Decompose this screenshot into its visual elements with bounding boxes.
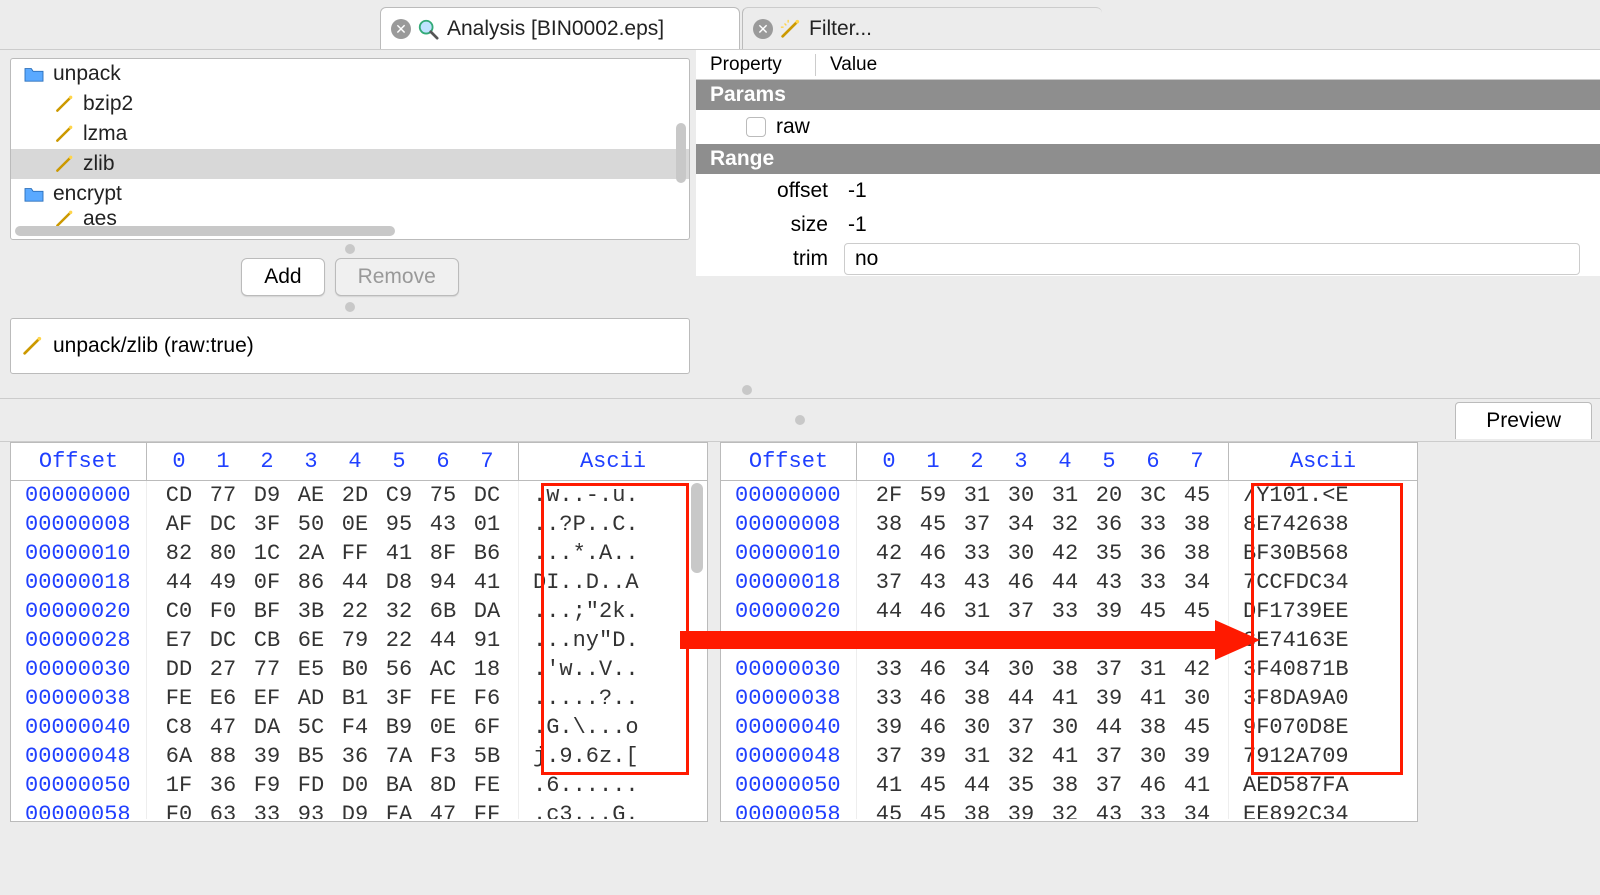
range-trim-row: trimno	[696, 242, 1600, 276]
splitter-grip[interactable]	[342, 302, 358, 310]
column-header-property[interactable]: Property	[696, 54, 816, 76]
wand-icon	[53, 155, 75, 173]
tree-item-lzma[interactable]: lzma	[11, 119, 689, 149]
hex-row[interactable]: 0000001082801C2AFF418FB6...*.A..	[11, 539, 707, 568]
hex-panel-result: Offset 01234567 Ascii 000000002F59313031…	[720, 442, 1418, 822]
tree-item-encrypt[interactable]: encrypt	[11, 179, 689, 209]
hex-row[interactable]: 0000004837393132413730397912A709	[721, 742, 1417, 771]
column-header-byte[interactable]: 3	[999, 449, 1043, 474]
hex-scrollbar[interactable]	[691, 483, 705, 817]
tab-label: Analysis [BIN0002.eps]	[447, 17, 664, 41]
offset-value[interactable]: -1	[840, 179, 867, 203]
hex-row[interactable]: 000000204446313733394545DF1739EE	[721, 597, 1417, 626]
size-value[interactable]: -1	[840, 213, 867, 237]
column-header-byte[interactable]: 2	[245, 449, 289, 474]
trim-select[interactable]: no	[844, 243, 1580, 275]
column-header-byte[interactable]: 0	[157, 449, 201, 474]
folder-icon	[23, 185, 45, 203]
close-icon[interactable]: ✕	[391, 19, 411, 39]
tree-scrollbar-horizontal[interactable]	[15, 225, 685, 237]
section-params: Params	[696, 80, 1600, 110]
folder-icon	[23, 65, 45, 83]
applied-filter-text: unpack/zlib (raw:true)	[53, 334, 254, 358]
hex-row[interactable]: 0000003033463430383731423F40871B	[721, 655, 1417, 684]
remove-button: Remove	[335, 258, 459, 296]
column-header-byte[interactable]: 7	[465, 449, 509, 474]
wand-icon	[53, 95, 75, 113]
column-header-byte[interactable]: 0	[867, 449, 911, 474]
section-range: Range	[696, 144, 1600, 174]
tab-label: Filter...	[809, 17, 872, 41]
column-header-byte[interactable]: 7	[1175, 449, 1219, 474]
column-header-ascii[interactable]: Ascii	[1229, 449, 1417, 474]
hex-row[interactable]: 0000003833463844413941303F8DA9A0	[721, 684, 1417, 713]
hex-row[interactable]: 000000584545383932433334EE892C34	[721, 800, 1417, 819]
hex-row[interactable]: 00000028E7DCCB6E79224491...ny"D.	[11, 626, 707, 655]
filter-tree[interactable]: unpackbzip2lzmazlibencryptaes	[10, 58, 690, 240]
range-size-row: size-1	[696, 208, 1600, 242]
column-header-byte[interactable]: 6	[421, 449, 465, 474]
hex-row[interactable]: 000000104246333042353638BF30B568	[721, 539, 1417, 568]
hex-row[interactable]: 00000058F0633393D9FA47FF.c3...G.	[11, 800, 707, 819]
hex-panel-source: Offset 01234567 Ascii 00000000CD77D9AE2D…	[10, 442, 708, 822]
tree-item-unpack[interactable]: unpack	[11, 59, 689, 89]
magnifier-icon	[417, 18, 439, 40]
hex-row[interactable]: 00000000CD77D9AE2DC975DC.w..-.u.	[11, 481, 707, 510]
hex-row[interactable]: 000000504145443538374641AED587FA	[721, 771, 1417, 800]
hex-row[interactable]: 0000000838453734323633388E742638	[721, 510, 1417, 539]
tab-filter[interactable]: ✕ Filter...	[742, 7, 1102, 49]
wand-icon	[53, 125, 75, 143]
column-header-byte[interactable]: 5	[1087, 449, 1131, 474]
column-header-byte[interactable]: 1	[201, 449, 245, 474]
applied-filter-box[interactable]: unpack/zlib (raw:true)	[10, 318, 690, 374]
hex-row[interactable]: 000000486A8839B5367AF35Bj.9.6z.[	[11, 742, 707, 771]
preview-button[interactable]: Preview	[1455, 402, 1592, 439]
add-button[interactable]: Add	[241, 258, 324, 296]
range-offset-row: offset-1	[696, 174, 1600, 208]
wand-icon	[21, 337, 43, 355]
column-header-byte[interactable]: 4	[333, 449, 377, 474]
column-header-ascii[interactable]: Ascii	[519, 449, 707, 474]
hex-row[interactable]: 0000001844490F8644D89441DI..D..A	[11, 568, 707, 597]
hex-row[interactable]: 0000001837434346444333347CCFDC34	[721, 568, 1417, 597]
param-raw-row[interactable]: raw	[696, 110, 1600, 144]
hex-row[interactable]: 00000030DD2777E5B056AC18.'w..V..	[11, 655, 707, 684]
divider-bar[interactable]: Preview	[0, 398, 1600, 442]
column-header-byte[interactable]: 6	[1131, 449, 1175, 474]
column-header-byte[interactable]: 2	[955, 449, 999, 474]
hex-row[interactable]: 000000002F59313031203C45/Y101.<E	[721, 481, 1417, 510]
hex-row[interactable]: 0000004039463037304438459F070D8E	[721, 713, 1417, 742]
splitter-grip[interactable]	[342, 244, 358, 252]
hex-row[interactable]: 00000008AFDC3F500E954301..?P..C.	[11, 510, 707, 539]
raw-checkbox[interactable]	[746, 117, 766, 137]
column-header-byte[interactable]: 3	[289, 449, 333, 474]
column-header-byte[interactable]: 1	[911, 449, 955, 474]
tree-scrollbar-vertical[interactable]	[675, 63, 687, 221]
hex-row[interactable]: 000000501F36F9FDD0BA8DFE.6......	[11, 771, 707, 800]
column-header-offset[interactable]: Offset	[721, 443, 857, 480]
properties-panel: Property Value Params raw Range offset-1…	[696, 50, 1600, 398]
raw-label: raw	[776, 115, 810, 139]
hex-row[interactable]: 00000040C847DA5CF4B90E6F.G.\...o	[11, 713, 707, 742]
hex-row[interactable]: 0000002838453734313633458E74163E	[721, 626, 1417, 655]
close-icon[interactable]: ✕	[753, 19, 773, 39]
hex-row[interactable]: 00000038FEE6EFADB13FFEF6.....?..	[11, 684, 707, 713]
column-header-value[interactable]: Value	[816, 54, 877, 76]
hex-row[interactable]: 00000020C0F0BF3B22326BDA...;"2k.	[11, 597, 707, 626]
tree-item-zlib[interactable]: zlib	[11, 149, 689, 179]
column-header-byte[interactable]: 5	[377, 449, 421, 474]
wand-icon	[779, 18, 801, 40]
tabs-bar: ✕ Analysis [BIN0002.eps] ✕ Filter...	[0, 0, 1600, 50]
column-header-byte[interactable]: 4	[1043, 449, 1087, 474]
tree-item-bzip2[interactable]: bzip2	[11, 89, 689, 119]
tab-analysis[interactable]: ✕ Analysis [BIN0002.eps]	[380, 7, 740, 49]
column-header-offset[interactable]: Offset	[11, 443, 147, 480]
